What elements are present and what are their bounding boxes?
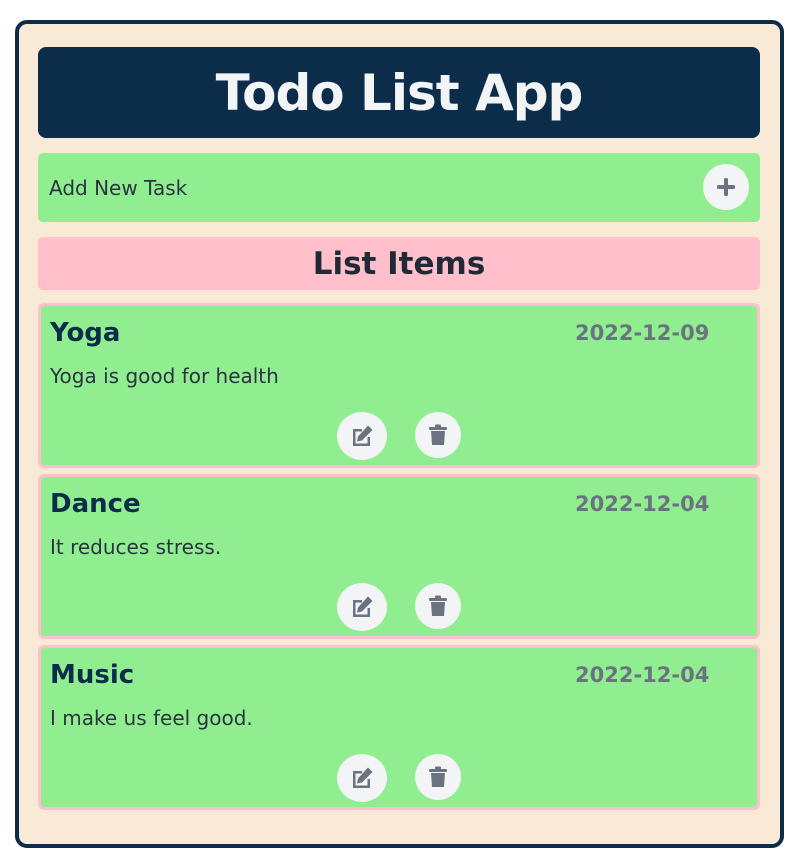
task-title: Music bbox=[50, 660, 135, 690]
task-date: 2022-12-09 bbox=[575, 321, 710, 345]
task-description: Yoga is good for health bbox=[50, 364, 279, 388]
edit-icon bbox=[349, 424, 375, 448]
task-date: 2022-12-04 bbox=[575, 492, 710, 516]
edit-icon bbox=[349, 766, 375, 790]
task-description: I make us feel good. bbox=[50, 706, 253, 730]
delete-task-button[interactable] bbox=[415, 412, 461, 458]
task-title: Dance bbox=[50, 489, 141, 519]
list-header: List Items bbox=[38, 237, 760, 290]
trash-icon bbox=[428, 424, 448, 446]
list-title: List Items bbox=[312, 245, 486, 282]
app-title: Todo List App bbox=[215, 63, 584, 122]
task-card: Yoga 2022-12-09 Yoga is good for health bbox=[38, 303, 760, 468]
edit-task-button[interactable] bbox=[337, 412, 387, 460]
plus-icon bbox=[716, 177, 736, 197]
trash-icon bbox=[428, 595, 448, 617]
task-card: Dance 2022-12-04 It reduces stress. bbox=[38, 474, 760, 639]
app-container: Todo List App Add New Task List Items Yo… bbox=[15, 20, 784, 848]
add-task-bar: Add New Task bbox=[38, 153, 760, 222]
add-task-button[interactable] bbox=[703, 164, 749, 210]
edit-task-button[interactable] bbox=[337, 583, 387, 631]
delete-task-button[interactable] bbox=[415, 754, 461, 800]
app-header: Todo List App bbox=[38, 47, 760, 138]
edit-icon bbox=[349, 595, 375, 619]
add-task-label: Add New Task bbox=[49, 176, 188, 200]
delete-task-button[interactable] bbox=[415, 583, 461, 629]
task-date: 2022-12-04 bbox=[575, 663, 710, 687]
task-title: Yoga bbox=[50, 318, 121, 348]
trash-icon bbox=[428, 766, 448, 788]
edit-task-button[interactable] bbox=[337, 754, 387, 802]
task-card: Music 2022-12-04 I make us feel good. bbox=[38, 645, 760, 810]
task-description: It reduces stress. bbox=[50, 535, 222, 559]
